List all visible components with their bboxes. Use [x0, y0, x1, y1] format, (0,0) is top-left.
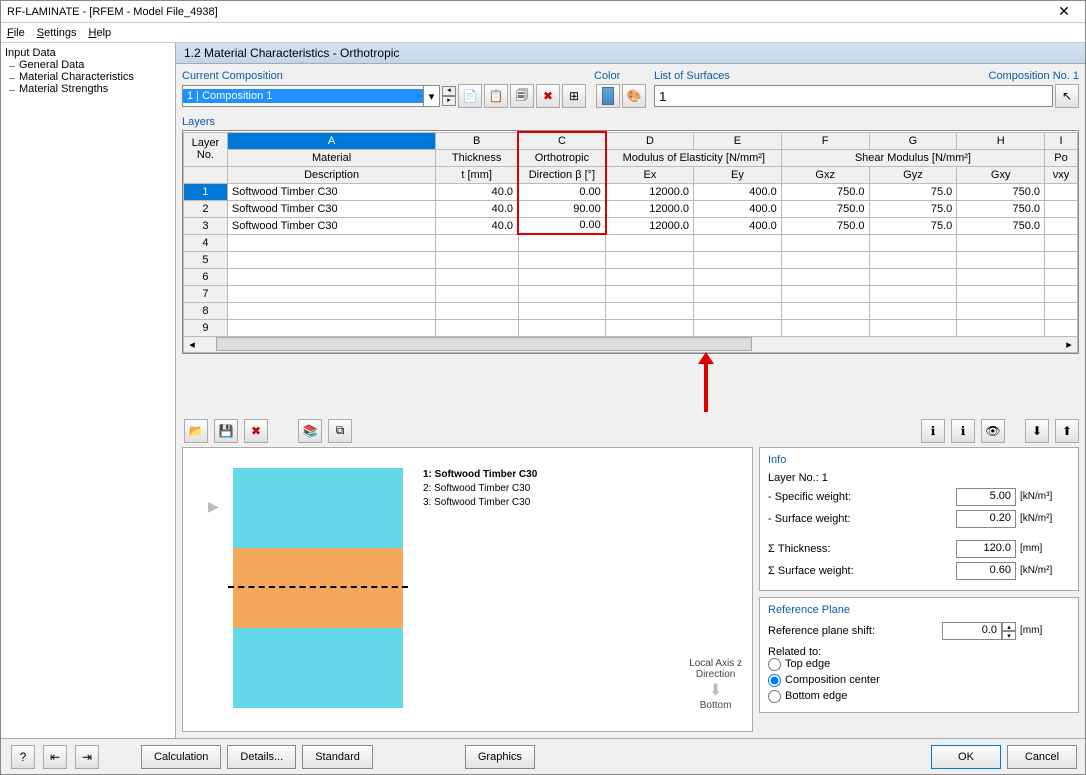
center-line [228, 586, 408, 588]
menu-help[interactable]: Help [89, 27, 112, 39]
radio-composition-center[interactable] [768, 674, 781, 687]
row-header: LayerNo. [184, 132, 228, 166]
table-row[interactable]: 5 [184, 251, 1078, 268]
table-row[interactable]: 9 [184, 319, 1078, 336]
table-row[interactable]: 1Softwood Timber C3040.00.0012000.0400.0… [184, 183, 1078, 200]
page-title: 1.2 Material Characteristics - Orthotrop… [176, 43, 1085, 64]
layer-3-vis [233, 628, 403, 708]
nav-tree: Input Data General Data Material Charact… [1, 43, 176, 738]
ok-button[interactable]: OK [931, 745, 1001, 769]
color-swatch[interactable] [596, 84, 620, 108]
table-row[interactable]: 2Softwood Timber C3040.090.0012000.0400.… [184, 200, 1078, 217]
composition-label: Current Composition [182, 70, 586, 82]
table-row[interactable]: 7 [184, 285, 1078, 302]
copy-icon[interactable]: 📋 [484, 84, 508, 108]
preview-label-1: 1: Softwood Timber C30 [423, 468, 537, 482]
eye-icon[interactable]: 👁 [981, 419, 1005, 443]
annotation-arrow [332, 352, 1079, 415]
play-icon: ▶ [208, 498, 219, 515]
table-row[interactable]: 8 [184, 302, 1078, 319]
layer-1-vis [233, 468, 403, 548]
composition-number: Composition No. 1 [989, 70, 1080, 84]
radio-bottom-edge[interactable] [768, 690, 781, 703]
info-panel: Info Layer No.: 1 - Specific weight:5.00… [759, 447, 1079, 591]
total-thickness-field: 120.0 [956, 540, 1016, 558]
layer-2-vis [233, 548, 403, 628]
import-icon[interactable]: ⬇ [1025, 419, 1049, 443]
table-row[interactable]: 6 [184, 268, 1078, 285]
surfaces-input[interactable] [654, 85, 1053, 107]
table-row[interactable]: 4 [184, 234, 1078, 251]
help-icon[interactable]: ? [11, 745, 35, 769]
table-toolbar: 📂 💾 ✖ 📚 ⧉ ℹ ℹ 👁 ⬇ ⬆ [182, 415, 1079, 447]
bottom-toolbar: ? ⇤ ⇥ Calculation Details... Standard Gr… [1, 738, 1085, 774]
tree-item-material-strengths[interactable]: Material Strengths [5, 83, 171, 95]
radio-top-edge[interactable] [768, 658, 781, 671]
layers-label: Layers [182, 116, 1079, 128]
titlebar: RF-LAMINATE - [RFEM - Model File_4938] ✕ [1, 1, 1085, 23]
preview-label-2: 2: Softwood Timber C30 [423, 482, 537, 496]
chevron-down-icon[interactable]: ▾ [423, 86, 439, 106]
details-button[interactable]: Details... [227, 745, 296, 769]
horizontal-scrollbar[interactable]: ◂▸ [183, 337, 1078, 353]
axis-label: Local Axis z Direction ⬇ Bottom [689, 658, 742, 711]
menu-file[interactable]: File [7, 27, 25, 39]
delete-row-icon[interactable]: ✖ [244, 419, 268, 443]
info2-icon[interactable]: ℹ [951, 419, 975, 443]
palette-icon[interactable]: 🎨 [622, 84, 646, 108]
table-row[interactable]: 3Softwood Timber C3040.00.0012000.0400.0… [184, 217, 1078, 234]
composition-combo[interactable]: 1 | Composition 1 ▾ [182, 85, 440, 107]
delete-icon[interactable]: ✖ [536, 84, 560, 108]
preview-label-3: 3: Softwood Timber C30 [423, 496, 537, 510]
tree-item-general[interactable]: General Data [5, 59, 171, 71]
layers-table[interactable]: LayerNo. A B C D E F G H I MaterialThick… [182, 130, 1079, 354]
pick-icon[interactable]: ↖ [1055, 84, 1079, 108]
menu-settings[interactable]: Settings [37, 27, 77, 39]
layer-preview: ▶ 1: Softwood Timber C30 2: Softwood Tim… [182, 447, 753, 733]
cancel-button[interactable]: Cancel [1007, 745, 1077, 769]
duplicate-icon[interactable]: ⧉ [328, 419, 352, 443]
library-icon[interactable]: 📚 [298, 419, 322, 443]
excel-icon[interactable]: ⊞ [562, 84, 586, 108]
window-title: RF-LAMINATE - [RFEM - Model File_4938] [7, 6, 1049, 18]
total-weight-field: 0.60 [956, 562, 1016, 580]
graphics-button[interactable]: Graphics [465, 745, 535, 769]
menubar: File Settings Help [1, 23, 1085, 43]
calculation-button[interactable]: Calculation [141, 745, 221, 769]
next-icon[interactable]: ⇥ [75, 745, 99, 769]
prev-icon[interactable]: ⇤ [43, 745, 67, 769]
tree-root[interactable]: Input Data [5, 47, 171, 59]
surface-weight-field: 0.20 [956, 510, 1016, 528]
surfaces-label: List of Surfaces [654, 70, 730, 82]
close-icon[interactable]: ✕ [1049, 3, 1079, 20]
shift-field[interactable]: 0.0 [942, 622, 1002, 640]
specific-weight-field: 5.00 [956, 488, 1016, 506]
tree-item-material-characteristics[interactable]: Material Characteristics [5, 71, 171, 83]
save-icon[interactable]: 💾 [214, 419, 238, 443]
standard-button[interactable]: Standard [302, 745, 373, 769]
copy2-icon[interactable]: 🗐 [510, 84, 534, 108]
info1-icon[interactable]: ℹ [921, 419, 945, 443]
new-icon[interactable]: 📄 [458, 84, 482, 108]
reference-plane-panel: Reference Plane Reference plane shift:0.… [759, 597, 1079, 713]
color-label: Color [594, 70, 646, 82]
export-icon[interactable]: ⬆ [1055, 419, 1079, 443]
composition-spinner[interactable]: ◂▸ [442, 86, 456, 106]
open-icon[interactable]: 📂 [184, 419, 208, 443]
